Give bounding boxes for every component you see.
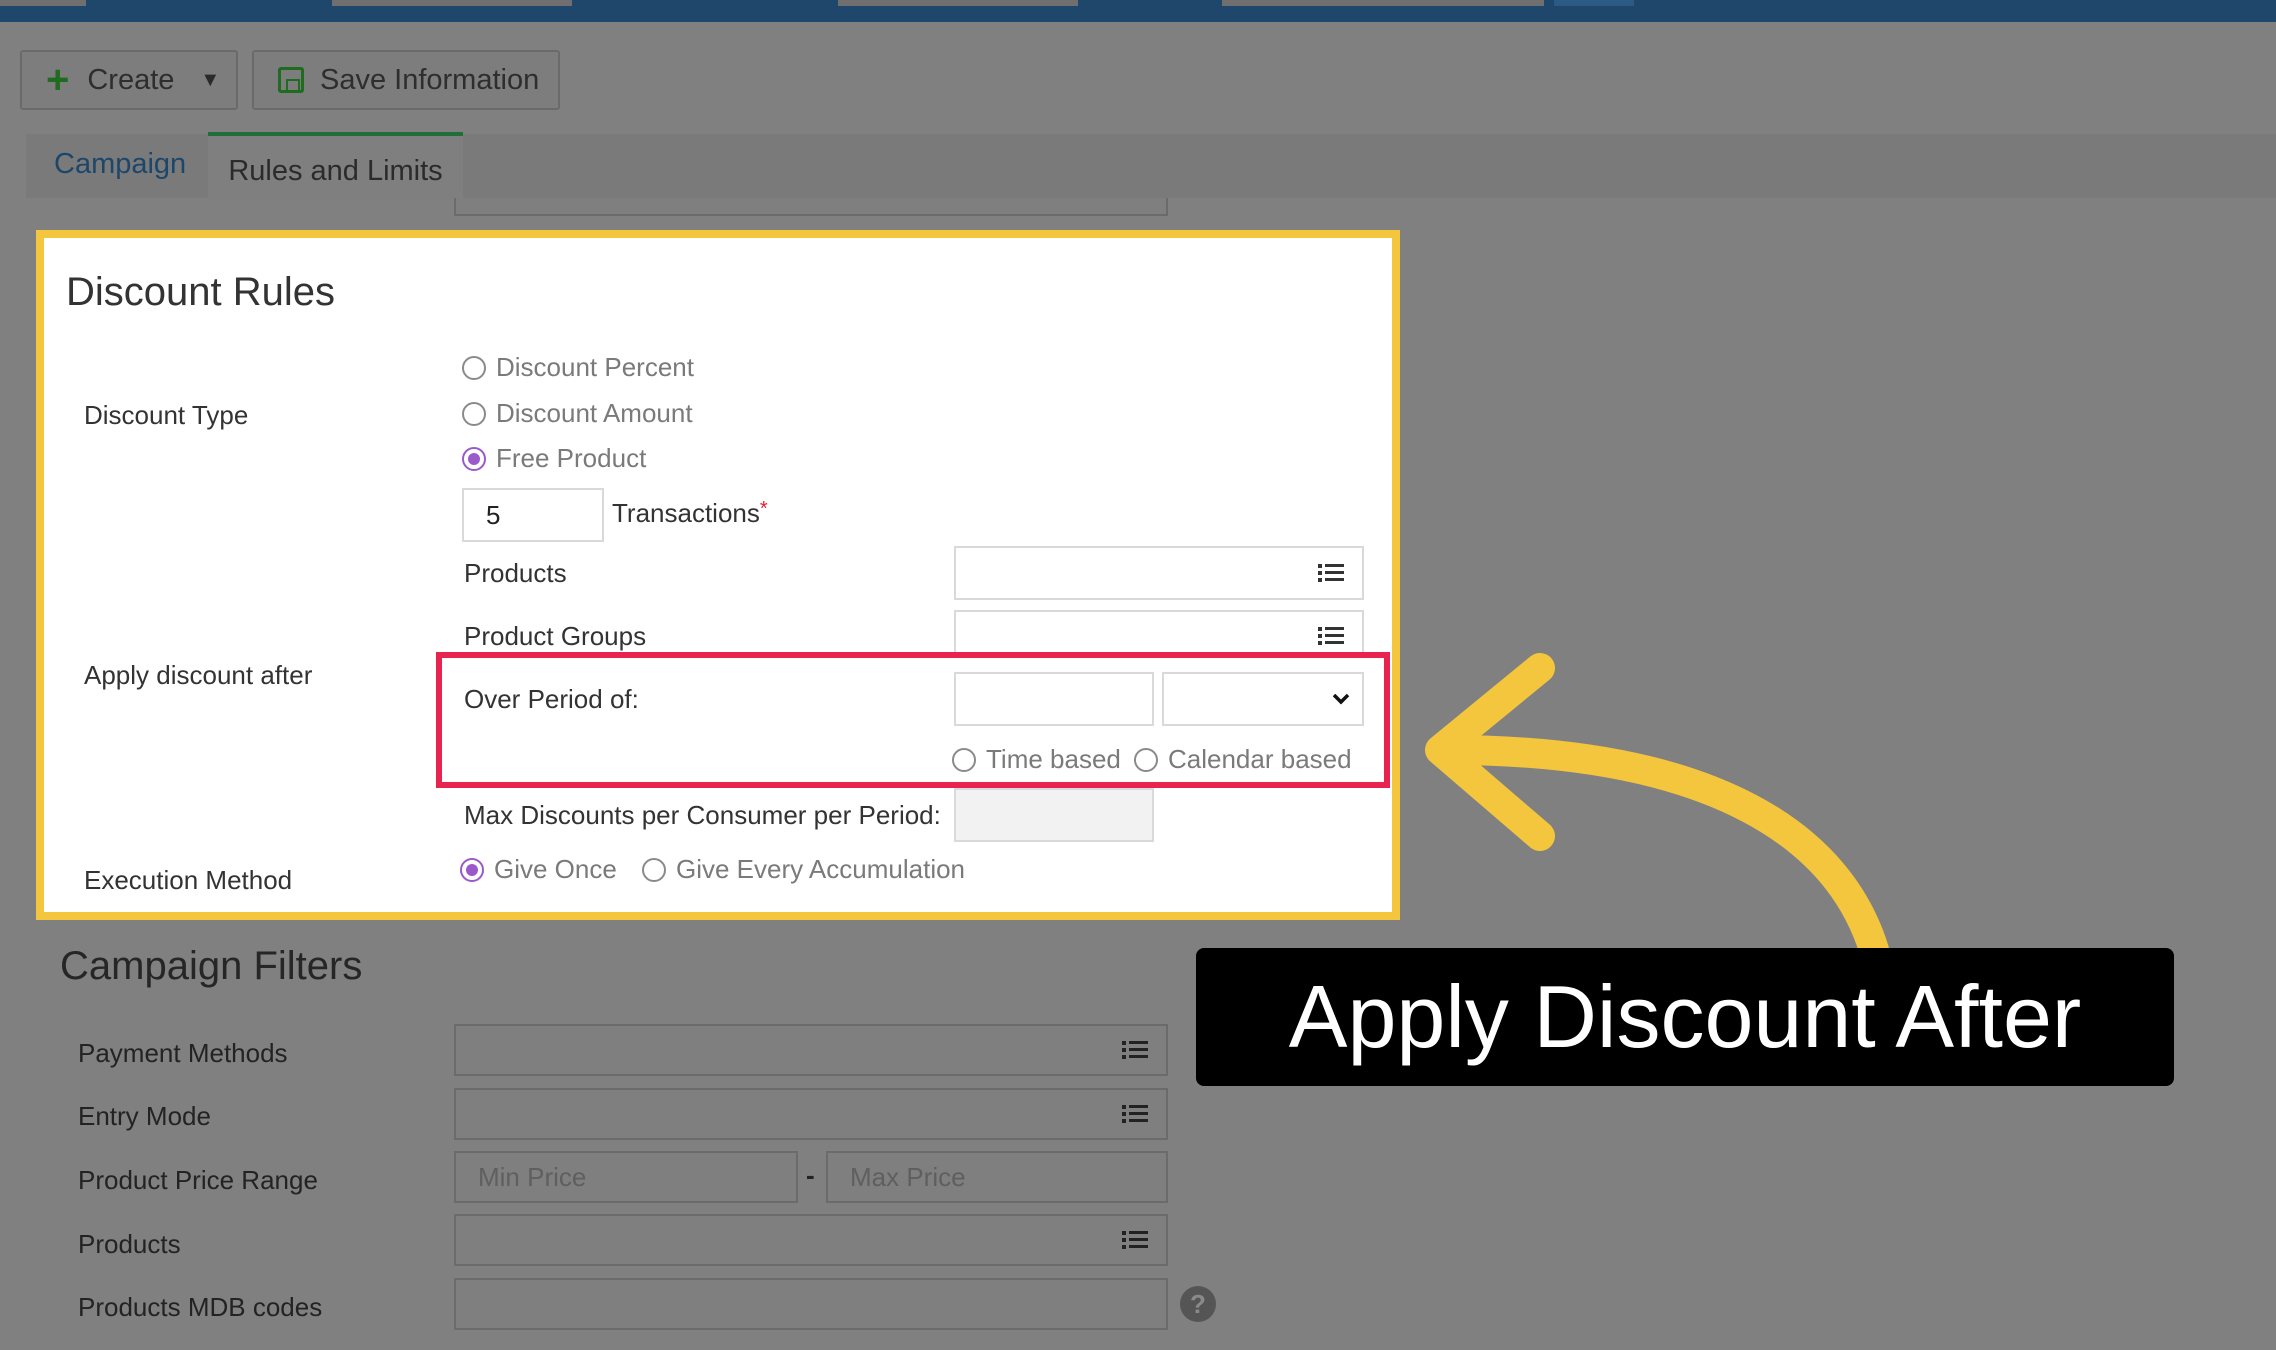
radio-button[interactable] [642,857,666,882]
save-information-button[interactable]: Save Information [252,50,560,110]
required-asterisk: * [759,498,768,520]
chevron-down-icon[interactable]: ▼ [200,69,220,92]
min-price-placeholder: Min Price [478,1161,587,1192]
top-nav-item[interactable] [1554,0,1634,6]
save-icon [278,67,304,93]
annotation-callout: Apply Discount After [1196,948,2174,1086]
top-nav-item[interactable] [332,0,572,6]
price-range-label: Product Price Range [78,1165,318,1195]
radio-button[interactable] [462,401,486,426]
tab-campaign[interactable]: Campaign [54,148,186,181]
apply-discount-after-label: Apply discount after [84,660,313,690]
payment-methods-field[interactable] [454,1024,1168,1076]
filter-products-label: Products [78,1229,181,1259]
max-discounts-label: Max Discounts per Consumer per Period: [464,800,941,830]
products-field[interactable] [954,546,1364,600]
mdb-codes-label: Products MDB codes [78,1292,323,1322]
max-discounts-input[interactable] [954,788,1154,842]
min-price-input[interactable]: Min Price [454,1151,798,1203]
discount-type-label: Discount Type [84,400,249,430]
range-separator: - [806,1160,815,1190]
discount-rules-title: Discount Rules [66,270,336,314]
transactions-label-text: Transactions [612,498,760,528]
tab-rules-and-limits-label: Rules and Limits [228,154,443,187]
tab-rules-and-limits[interactable]: Rules and Limits [208,132,463,200]
mdb-codes-field[interactable] [454,1278,1168,1330]
list-icon[interactable] [1122,1104,1148,1124]
products-label: Products [464,558,567,588]
list-icon[interactable] [1122,1230,1148,1250]
payment-methods-label: Payment Methods [78,1038,288,1068]
radio-button-selected[interactable] [462,446,486,471]
radio-give-every-accumulation[interactable]: Give Every Accumulation [642,854,965,885]
radio-label: Discount Percent [496,352,694,382]
radio-button[interactable] [462,355,486,380]
product-groups-field[interactable] [954,610,1364,654]
product-groups-label: Product Groups [464,621,647,651]
radio-give-once[interactable]: Give Once [460,854,617,885]
radio-free-product[interactable]: Free Product [462,443,646,474]
execution-method-label: Execution Method [84,865,293,895]
focus-highlight-box [436,652,1390,788]
transactions-input[interactable]: 5 [462,488,604,542]
list-icon[interactable] [1318,626,1344,646]
discount-rules-panel: Discount Rules Discount Type Discount Pe… [36,230,1400,920]
transactions-value: 5 [486,499,501,530]
list-icon[interactable] [1318,563,1344,583]
create-label: Create [87,63,175,96]
partial-field [454,198,1168,216]
radio-discount-amount[interactable]: Discount Amount [462,398,693,429]
radio-discount-percent[interactable]: Discount Percent [462,352,694,383]
entry-mode-field[interactable] [454,1088,1168,1140]
filter-products-field[interactable] [454,1214,1168,1266]
list-icon[interactable] [1122,1040,1148,1060]
max-price-placeholder: Max Price [850,1161,966,1192]
top-nav-item[interactable] [838,0,1078,6]
top-nav-item[interactable] [0,0,86,6]
create-button[interactable]: + Create ▼ [20,50,238,110]
radio-label: Give Once [494,854,617,884]
plus-icon: + [46,58,70,102]
max-price-input[interactable]: Max Price [826,1151,1168,1203]
help-icon[interactable]: ? [1180,1286,1216,1322]
callout-text: Apply Discount After [1288,967,2082,1066]
radio-label: Discount Amount [496,398,693,428]
top-nav-item[interactable] [1222,0,1544,6]
campaign-filters-title: Campaign Filters [60,944,363,988]
radio-button-selected[interactable] [460,857,484,882]
save-label: Save Information [320,63,540,96]
transactions-label: Transactions* [612,498,768,529]
radio-label: Free Product [496,443,647,473]
annotation-arrow [1425,653,1889,965]
radio-label: Give Every Accumulation [676,854,966,884]
entry-mode-label: Entry Mode [78,1101,211,1131]
